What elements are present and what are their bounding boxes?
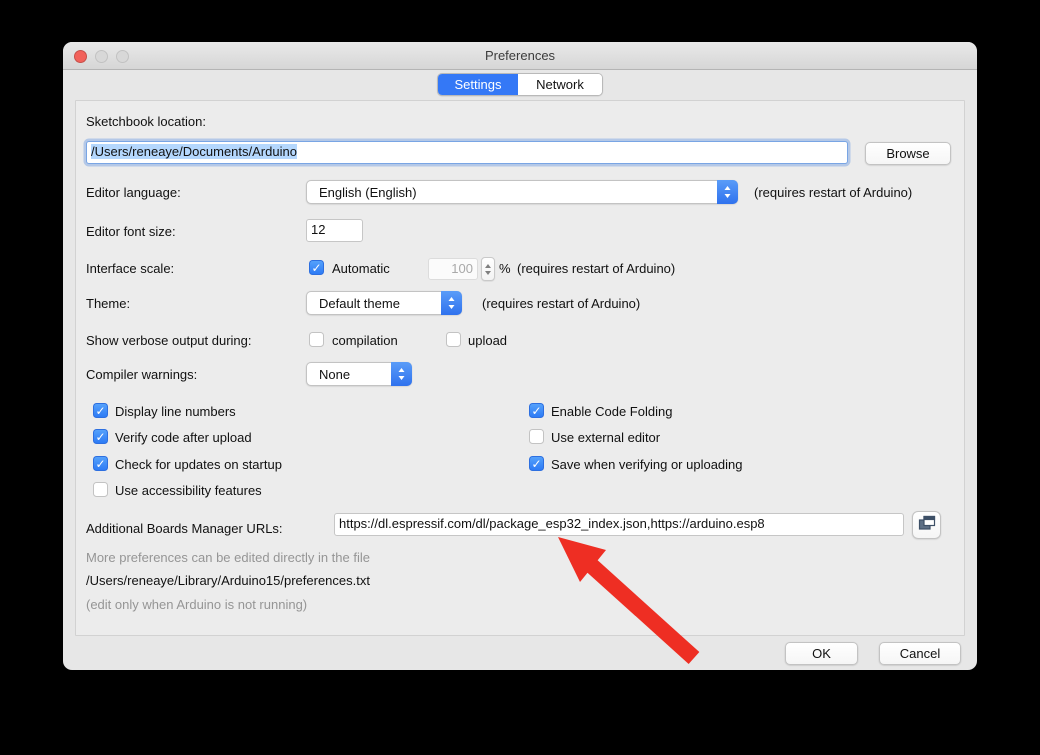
automatic-checkbox-label: Automatic: [332, 261, 390, 276]
accessibility-features-checkbox[interactable]: [93, 482, 108, 497]
editor-language-select[interactable]: English (English): [306, 180, 738, 204]
theme-select[interactable]: Default theme: [306, 291, 462, 315]
compiler-warnings-value: None: [307, 367, 391, 382]
cancel-button[interactable]: Cancel: [879, 642, 961, 665]
window-title: Preferences: [63, 48, 977, 63]
editor-language-value: English (English): [307, 185, 717, 200]
chevron-up-down-icon: [717, 180, 738, 204]
browse-button[interactable]: Browse: [865, 142, 951, 165]
boards-manager-urls-label: Additional Boards Manager URLs:: [86, 521, 283, 536]
tab-bar: Settings Network: [437, 73, 603, 96]
theme-label: Theme:: [86, 296, 130, 311]
upload-checkbox-label: upload: [468, 333, 507, 348]
percent-label: %: [499, 261, 511, 276]
tab-settings[interactable]: Settings: [438, 74, 518, 95]
tab-network[interactable]: Network: [518, 74, 602, 95]
stepper-up-icon: [485, 264, 491, 268]
preferences-window: Preferences Settings Network Sketchbook …: [63, 42, 977, 670]
ok-button[interactable]: OK: [785, 642, 858, 665]
save-when-verifying-checkbox[interactable]: [529, 456, 544, 471]
theme-note: (requires restart of Arduino): [482, 296, 640, 311]
check-for-updates-label: Check for updates on startup: [115, 457, 282, 472]
use-external-editor-label: Use external editor: [551, 430, 660, 445]
verify-code-after-upload-label: Verify code after upload: [115, 430, 252, 445]
settings-panel: Sketchbook location: /Users/reneaye/Docu…: [75, 100, 965, 636]
theme-value: Default theme: [307, 296, 441, 311]
boards-manager-urls-input[interactable]: https://dl.espressif.com/dl/package_esp3…: [334, 513, 904, 536]
titlebar: Preferences: [63, 42, 977, 70]
compilation-checkbox[interactable]: [309, 332, 324, 347]
accessibility-features-label: Use accessibility features: [115, 483, 262, 498]
save-when-verifying-label: Save when verifying or uploading: [551, 457, 743, 472]
chevron-up-down-icon: [441, 291, 462, 315]
upload-checkbox[interactable]: [446, 332, 461, 347]
verify-code-after-upload-checkbox[interactable]: [93, 429, 108, 444]
editor-font-size-label: Editor font size:: [86, 224, 176, 239]
editor-font-size-input[interactable]: 12: [306, 219, 363, 242]
compiler-warnings-select[interactable]: None: [306, 362, 412, 386]
overlapping-windows-icon: [918, 515, 936, 536]
sketchbook-location-input[interactable]: /Users/reneaye/Documents/Arduino: [86, 141, 848, 164]
display-line-numbers-label: Display line numbers: [115, 404, 236, 419]
check-for-updates-checkbox[interactable]: [93, 456, 108, 471]
preferences-file-path: /Users/reneaye/Library/Arduino15/prefere…: [86, 573, 370, 588]
use-external-editor-checkbox[interactable]: [529, 429, 544, 444]
more-preferences-text: More preferences can be edited directly …: [86, 550, 370, 565]
scale-value-input: 100: [428, 258, 478, 280]
editor-language-label: Editor language:: [86, 185, 181, 200]
edit-warning-text: (edit only when Arduino is not running): [86, 597, 307, 612]
display-line-numbers-checkbox[interactable]: [93, 403, 108, 418]
editor-language-note: (requires restart of Arduino): [754, 185, 912, 200]
sketchbook-location-label: Sketchbook location:: [86, 114, 206, 129]
interface-scale-label: Interface scale:: [86, 261, 174, 276]
scale-stepper[interactable]: [481, 257, 495, 281]
interface-scale-note: (requires restart of Arduino): [517, 261, 675, 276]
verbose-output-label: Show verbose output during:: [86, 333, 252, 348]
enable-code-folding-label: Enable Code Folding: [551, 404, 672, 419]
automatic-checkbox[interactable]: [309, 260, 324, 275]
chevron-up-down-icon: [391, 362, 412, 386]
selected-text: /Users/reneaye/Documents/Arduino: [91, 144, 297, 159]
enable-code-folding-checkbox[interactable]: [529, 403, 544, 418]
compilation-checkbox-label: compilation: [332, 333, 398, 348]
compiler-warnings-label: Compiler warnings:: [86, 367, 197, 382]
stepper-down-icon: [485, 271, 491, 275]
open-urls-dialog-button[interactable]: [912, 511, 941, 539]
